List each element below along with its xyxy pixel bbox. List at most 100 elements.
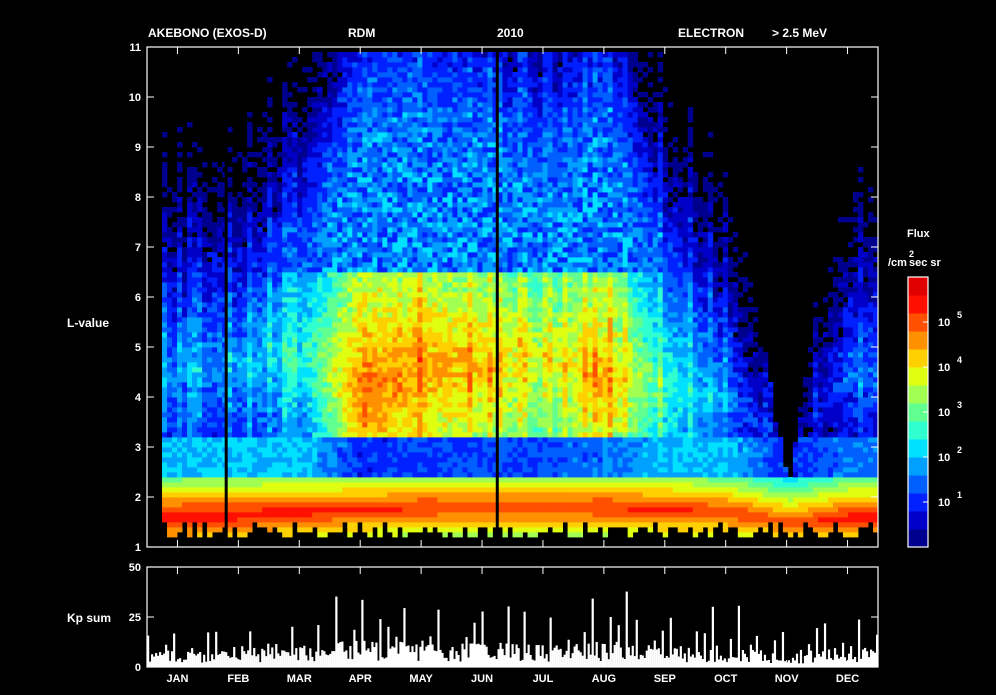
flux-cell <box>232 242 238 248</box>
flux-cell <box>452 347 458 353</box>
flux-cell <box>302 272 308 278</box>
flux-cell <box>377 352 383 358</box>
flux-cell <box>212 407 218 413</box>
flux-cell <box>282 407 288 413</box>
flux-cell <box>217 452 223 458</box>
flux-cell <box>377 507 383 513</box>
flux-cell <box>437 362 443 368</box>
flux-cell <box>197 357 203 363</box>
flux-cell <box>367 382 373 388</box>
flux-cell <box>317 117 323 123</box>
flux-cell <box>327 132 333 138</box>
flux-cell <box>377 62 383 68</box>
flux-cell <box>422 467 428 473</box>
flux-cell <box>227 497 233 503</box>
flux-cell <box>162 422 168 428</box>
flux-cell <box>432 317 438 323</box>
flux-cell <box>442 142 448 148</box>
flux-cell <box>322 337 328 343</box>
flux-cell <box>397 237 403 243</box>
flux-cell <box>392 212 398 218</box>
flux-cell <box>187 202 193 208</box>
flux-cell <box>347 417 353 423</box>
flux-cell <box>407 237 413 243</box>
flux-cell <box>407 272 413 278</box>
flux-cell <box>372 292 378 298</box>
flux-cell <box>277 357 283 363</box>
flux-cell <box>352 342 358 348</box>
flux-cell <box>442 407 448 413</box>
flux-cell <box>192 427 198 433</box>
flux-cell <box>372 432 378 438</box>
flux-cell <box>372 147 378 153</box>
flux-cell <box>212 302 218 308</box>
flux-cell <box>202 292 208 298</box>
flux-cell <box>252 432 258 438</box>
flux-cell <box>202 352 208 358</box>
flux-cell <box>192 357 198 363</box>
flux-cell <box>342 512 348 518</box>
flux-cell <box>297 352 303 358</box>
flux-cell <box>182 222 188 228</box>
flux-cell <box>187 237 193 243</box>
flux-cell <box>362 217 368 223</box>
flux-cell <box>167 297 173 303</box>
flux-cell <box>357 397 363 403</box>
flux-cell <box>172 197 178 203</box>
flux-cell <box>242 467 248 473</box>
flux-cell <box>297 527 303 533</box>
flux-cell <box>347 392 353 398</box>
flux-cell <box>172 297 178 303</box>
flux-cell <box>307 307 313 313</box>
flux-cell <box>457 442 463 448</box>
flux-cell <box>362 247 368 253</box>
flux-cell <box>367 107 373 113</box>
flux-cell <box>382 232 388 238</box>
flux-cell <box>377 227 383 233</box>
flux-cell <box>267 342 273 348</box>
flux-cell <box>397 437 403 443</box>
flux-cell <box>422 137 428 143</box>
flux-cell <box>192 312 198 318</box>
flux-cell <box>402 367 408 373</box>
flux-cell <box>212 262 218 268</box>
flux-cell <box>232 402 238 408</box>
flux-cell <box>277 362 283 368</box>
flux-cell <box>242 232 248 238</box>
flux-cell <box>272 457 278 463</box>
flux-cell <box>282 322 288 328</box>
flux-cell <box>272 162 278 168</box>
flux-cell <box>417 77 423 83</box>
flux-cell <box>177 177 183 183</box>
flux-cell <box>332 187 338 193</box>
flux-cell <box>317 287 323 293</box>
flux-cell <box>167 292 173 298</box>
flux-cell <box>352 152 358 158</box>
flux-cell <box>452 352 458 358</box>
flux-cell <box>357 77 363 83</box>
flux-cell <box>262 437 268 443</box>
flux-cell <box>277 197 283 203</box>
flux-cell <box>347 327 353 333</box>
flux-cell <box>412 197 418 203</box>
flux-cell <box>317 147 323 153</box>
flux-cell <box>322 422 328 428</box>
flux-cell <box>197 192 203 198</box>
flux-cell <box>437 477 443 483</box>
flux-cell <box>447 277 453 283</box>
flux-cell <box>392 207 398 213</box>
flux-cell <box>412 257 418 263</box>
flux-cell <box>302 292 308 298</box>
flux-cell <box>322 287 328 293</box>
flux-cell <box>402 422 408 428</box>
flux-cell <box>372 202 378 208</box>
flux-cell <box>297 292 303 298</box>
flux-cell <box>427 192 433 198</box>
flux-cell <box>297 417 303 423</box>
flux-cell <box>397 147 403 153</box>
flux-cell <box>437 517 443 523</box>
flux-cell <box>417 162 423 168</box>
flux-cell <box>262 137 268 143</box>
flux-cell <box>232 227 238 233</box>
flux-cell <box>352 237 358 243</box>
